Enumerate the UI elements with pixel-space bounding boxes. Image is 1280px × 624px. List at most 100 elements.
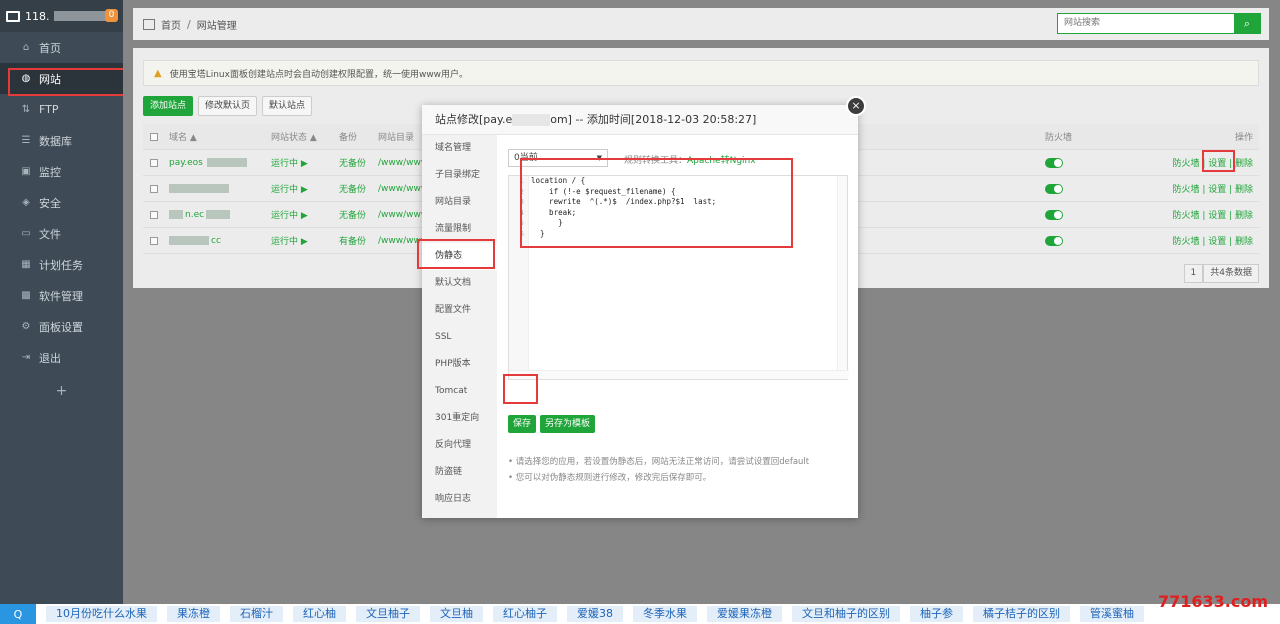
sidebar-item-settings[interactable]: ⚙ 面板设置 [0, 311, 123, 342]
tab-site-dir[interactable]: 网站目录 [422, 189, 497, 216]
apache-to-nginx-link[interactable]: Apache转Nginx [687, 156, 756, 166]
sidebar-item-database[interactable]: ☰ 数据库 [0, 125, 123, 156]
row-checkbox[interactable] [150, 236, 158, 245]
tab-hotlink[interactable]: 防盗链 [422, 459, 497, 486]
tab-ssl[interactable]: SSL [422, 324, 497, 351]
keyword-chip[interactable]: 管溪蜜柚 [1080, 606, 1144, 622]
code-text[interactable]: location / { if (!-e $request_filename) … [531, 176, 716, 239]
keyword-chip[interactable]: 文旦和柚子的区别 [792, 606, 900, 622]
sidebar-item-cron[interactable]: ▦ 计划任务 [0, 249, 123, 280]
keyword-chip[interactable]: 柚子参 [910, 606, 963, 622]
sidebar-item-website[interactable]: ◍ 网站 [0, 63, 123, 94]
firewall-toggle[interactable] [1045, 157, 1063, 168]
save-as-template-button[interactable]: 另存为模板 [540, 415, 596, 433]
notification-badge[interactable]: 0 [105, 9, 118, 22]
sidebar-item-logout[interactable]: ⇥ 退出 [0, 342, 123, 373]
add-icon[interactable]: + [0, 383, 123, 399]
firewall-toggle[interactable] [1045, 183, 1063, 194]
site-name[interactable] [169, 183, 229, 194]
site-backup[interactable]: 无备份 [339, 156, 366, 169]
keyword-chip[interactable]: 文旦柚 [430, 606, 483, 622]
site-status[interactable]: 运行中 ▶ [271, 156, 308, 169]
site-name[interactable]: pay.eos [169, 157, 247, 168]
default-site-button[interactable]: 默认站点 [262, 96, 313, 116]
row-ops[interactable]: 防火墙 | 设置 | 删除 [1172, 182, 1253, 195]
row-ops[interactable]: 防火墙 | 设置 | 删除 [1172, 234, 1253, 247]
keyword-chip[interactable]: 果冻橙 [167, 606, 220, 622]
tab-default-doc[interactable]: 默认文档 [422, 270, 497, 297]
save-row: 保存 另存为模板 [508, 415, 596, 433]
site-backup[interactable]: 无备份 [339, 182, 366, 195]
sidebar-item-monitor[interactable]: ▣ 监控 [0, 156, 123, 187]
firewall-toggle[interactable] [1045, 209, 1063, 220]
name-mask [169, 183, 229, 193]
col-status[interactable]: 网站状态 ▲ [271, 130, 317, 143]
apps-icon: ▩ [21, 290, 31, 301]
toggle-switch[interactable] [1045, 235, 1063, 246]
tab-domain[interactable]: 域名管理 [422, 135, 497, 162]
sidebar-item-security[interactable]: ◈ 安全 [0, 187, 123, 218]
sidebar-item-ftp[interactable]: ⇅ FTP [0, 94, 123, 125]
site-backup[interactable]: 无备份 [339, 208, 366, 221]
modify-default-page-button[interactable]: 修改默认页 [198, 96, 258, 116]
page-number[interactable]: 1 [1183, 264, 1204, 283]
search-input[interactable] [1058, 14, 1234, 33]
tab-config[interactable]: 配置文件 [422, 297, 497, 324]
site-status[interactable]: 运行中 ▶ [271, 182, 308, 195]
save-button[interactable]: 保存 [508, 415, 537, 433]
keyword-chip[interactable]: 冬季水果 [633, 606, 697, 622]
breadcrumb-home[interactable]: 首页 [161, 17, 181, 32]
toggle-switch[interactable] [1045, 157, 1063, 168]
row-ops[interactable]: 防火墙 | 设置 | 删除 [1172, 156, 1253, 169]
keyword-chip[interactable]: 红心柚子 [493, 606, 557, 622]
row-checkbox[interactable] [150, 158, 158, 167]
rewrite-editor[interactable]: 1 2 3 4 5 6 location / { if (!-e $reques… [508, 175, 849, 380]
close-icon[interactable]: × [846, 96, 866, 116]
site-backup[interactable]: 有备份 [339, 234, 366, 247]
site-name[interactable]: cc [169, 235, 221, 246]
horizontal-scrollbar[interactable] [509, 370, 849, 379]
keyword-chip[interactable]: 橘子桔子的区别 [973, 606, 1070, 622]
sidebar-item-files[interactable]: ▭ 文件 [0, 218, 123, 249]
site-dir[interactable]: /www/www [378, 184, 428, 194]
firewall-toggle[interactable] [1045, 235, 1063, 246]
home-icon[interactable] [143, 18, 155, 30]
site-name[interactable]: n.ec [169, 209, 231, 220]
row-checkbox[interactable] [150, 184, 158, 193]
site-status[interactable]: 运行中 ▶ [271, 208, 308, 221]
tab-proxy[interactable]: 反向代理 [422, 432, 497, 459]
tab-tomcat[interactable]: Tomcat [422, 378, 497, 405]
site-dir[interactable]: /www/www [378, 158, 428, 168]
tab-subdir[interactable]: 子目录绑定 [422, 162, 497, 189]
keyword-chip[interactable]: 10月份吃什么水果 [46, 606, 157, 622]
select-all-checkbox[interactable] [150, 132, 158, 141]
sidebar-item-home[interactable]: ⌂ 首页 [0, 32, 123, 63]
row-ops[interactable]: 防火墙 | 设置 | 删除 [1172, 208, 1253, 221]
note-item: 请选择您的应用，若设置伪静态后，网站无法正常访问，请尝试设置回default [508, 455, 809, 471]
keyword-chip[interactable]: 文旦柚子 [356, 606, 420, 622]
tab-traffic[interactable]: 流量限制 [422, 216, 497, 243]
toggle-switch[interactable] [1045, 183, 1063, 194]
keyword-chip[interactable]: 红心柚 [293, 606, 346, 622]
tab-log[interactable]: 响应日志 [422, 486, 497, 513]
col-name[interactable]: 域名 ▲ [169, 130, 197, 143]
keyword-chip[interactable]: 爱媛38 [567, 606, 623, 622]
tab-rewrite[interactable]: 伪静态 [422, 243, 497, 270]
tab-redirect[interactable]: 301重定向 [422, 405, 497, 432]
toggle-switch[interactable] [1045, 209, 1063, 220]
row-checkbox[interactable] [150, 210, 158, 219]
site-status[interactable]: 运行中 ▶ [271, 234, 308, 247]
keyword-chip[interactable]: 爱媛果冻橙 [707, 606, 782, 622]
sidebar-item-software[interactable]: ▩ 软件管理 [0, 280, 123, 311]
keyword-chip[interactable]: 石榴汁 [230, 606, 283, 622]
search-icon[interactable]: ⌕ [1234, 14, 1260, 33]
action-buttons: 添加站点 修改默认页 默认站点 [143, 96, 313, 116]
tab-php[interactable]: PHP版本 [422, 351, 497, 378]
server-host[interactable]: 118. 0 [0, 0, 123, 32]
site-dir[interactable]: /www/www [378, 210, 428, 220]
rewrite-template-select[interactable]: 0当前 ▼ [508, 149, 608, 167]
site-dir[interactable]: /www/www [378, 236, 428, 246]
vertical-scrollbar[interactable] [837, 176, 847, 372]
add-site-button[interactable]: 添加站点 [143, 96, 194, 116]
search-logo-icon[interactable]: Q [0, 604, 36, 624]
